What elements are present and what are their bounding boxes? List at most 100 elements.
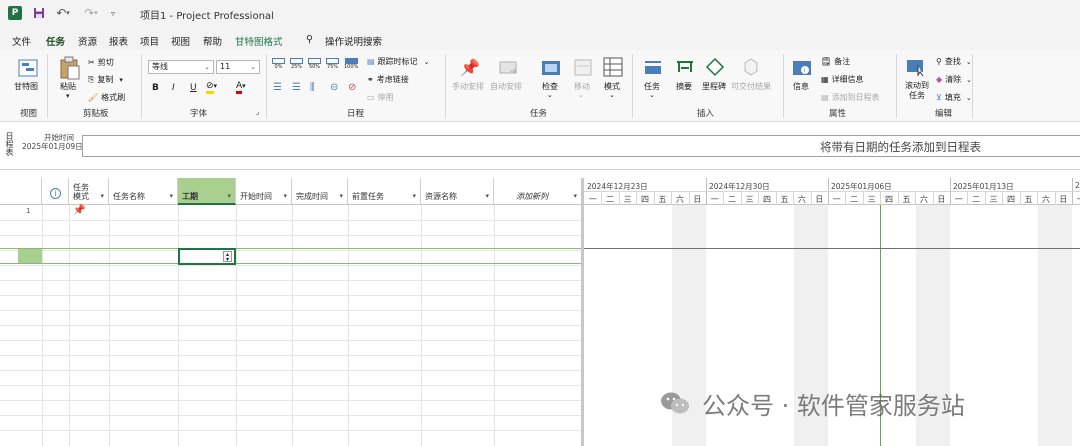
chevron-down-icon[interactable]: ▾ — [573, 192, 577, 200]
pct-50-button[interactable]: 50% — [308, 58, 321, 70]
cut-button[interactable]: ✂ 剪切 — [88, 57, 114, 68]
resource-names-header[interactable]: 资源名称 ▾ — [421, 178, 494, 205]
timescale-day: 六 — [1041, 195, 1050, 204]
title-bar: P ↶ ▾ ↷ ▾ ▿ 项目1 - Project Professional — [0, 0, 1080, 26]
notes-button[interactable]: 🗒 备注 — [821, 56, 850, 67]
add-to-timeline-button[interactable]: ▤ 添加到日程表 — [821, 92, 880, 103]
mark-on-track-icon[interactable]: ☰ — [273, 82, 282, 93]
respect-links-icon[interactable]: ☰ — [292, 82, 301, 93]
indicators-header[interactable]: i — [42, 178, 69, 205]
insert-deliverable-button[interactable]: 可交付结果 — [731, 81, 771, 92]
row-number[interactable]: 1 — [0, 207, 42, 215]
save-icon[interactable] — [32, 5, 46, 21]
font-family-select[interactable]: 等线 ⌄ — [148, 60, 214, 74]
tab-gantt-format[interactable]: 甘特图格式 — [235, 34, 283, 48]
weekend-shading — [1038, 205, 1072, 446]
mark-on-track-button[interactable]: ▤ 跟踪时标记 ⌄ — [367, 56, 429, 67]
select-all-corner[interactable] — [0, 178, 42, 205]
group-separator — [445, 54, 446, 118]
chevron-down-icon[interactable]: ⌄ — [609, 91, 615, 99]
active-duration-cell[interactable]: ▴ ▾ — [178, 248, 236, 265]
respect-links-button[interactable]: ⚭ 考虑链接 — [367, 74, 409, 85]
copy-dropdown-icon[interactable]: ▾ — [119, 76, 123, 84]
chevron-down-icon[interactable]: ▾ — [169, 192, 173, 200]
timescale-day: 一 — [832, 195, 841, 204]
timescale-day: 日 — [815, 195, 824, 204]
gantt-chart-icon[interactable] — [18, 58, 38, 78]
customize-qat-icon[interactable]: ▿ — [108, 5, 118, 21]
chevron-down-icon[interactable]: ▾ — [485, 192, 489, 200]
row-divider — [0, 295, 582, 296]
chevron-down-icon[interactable]: ▾ — [412, 192, 416, 200]
task-name-header[interactable]: 任务名称 ▾ — [109, 178, 178, 205]
gantt-view-button[interactable]: 甘特图 — [14, 81, 38, 92]
start-header[interactable]: 开始时间 ▾ — [236, 178, 292, 205]
duration-header[interactable]: 工期 ▾ — [178, 178, 236, 205]
split-task-icon[interactable]: ⫼ — [310, 82, 315, 93]
tab-project[interactable]: 项目 — [140, 34, 159, 48]
predecessors-header[interactable]: 前置任务 ▾ — [348, 178, 421, 205]
details-button[interactable]: ▦ 详细信息 — [821, 74, 864, 85]
font-dialog-launcher-icon[interactable]: ⌟ — [256, 108, 259, 116]
search-icon[interactable]: ⚲ — [306, 34, 313, 45]
timeline-icon: ▤ — [821, 93, 829, 102]
pct-100-button[interactable]: 100% — [344, 58, 358, 70]
task-mode-header[interactable]: 任务模式 ▾ — [69, 178, 109, 205]
timescale-day: 六 — [919, 195, 928, 204]
tab-report[interactable]: 报表 — [109, 34, 128, 48]
add-new-column-header[interactable]: 添加新列 ▾ — [494, 178, 582, 205]
insert-task-icon — [645, 61, 661, 74]
tab-file[interactable]: 文件 — [12, 34, 31, 48]
tab-task[interactable]: 任务 — [46, 34, 66, 52]
spinner-updown-icon[interactable]: ▴ ▾ — [223, 251, 232, 263]
information-button[interactable]: 信息 — [793, 81, 809, 92]
chevron-down-icon[interactable]: ▾ — [227, 192, 231, 200]
fill-button[interactable]: ⊻ 填充 ⌄ — [936, 92, 972, 103]
manually-schedule-button[interactable]: 手动安排 — [452, 81, 484, 92]
chevron-down-icon[interactable]: ⌄ — [649, 91, 655, 99]
auto-schedule-button[interactable]: 自动安排 — [490, 81, 522, 92]
unlink-tasks-icon[interactable]: ⊘ — [348, 82, 356, 93]
italic-button[interactable]: I — [172, 83, 175, 93]
chevron-down-icon[interactable]: ▾ — [283, 192, 287, 200]
bold-button[interactable]: B — [152, 83, 159, 93]
tell-me-search[interactable]: 操作说明搜索 — [325, 34, 382, 48]
selected-row-header[interactable] — [18, 248, 42, 264]
insert-summary-button[interactable]: 摘要 — [676, 81, 692, 92]
paste-dropdown-icon[interactable]: ▾ — [66, 92, 70, 100]
tab-resource[interactable]: 资源 — [78, 34, 97, 48]
chevron-down-icon[interactable]: ▾ — [339, 192, 343, 200]
day-separator — [618, 192, 620, 205]
format-painter-button[interactable]: 🖌 格式刷 — [88, 92, 125, 103]
paste-icon[interactable] — [59, 56, 81, 80]
undo-icon[interactable]: ↶ ▾ — [52, 5, 74, 21]
chevron-down-icon[interactable]: ⌄ — [578, 91, 584, 99]
copy-button[interactable]: ⎘ 复制 ▾ — [88, 74, 123, 85]
insert-milestone-button[interactable]: 里程碑 — [702, 81, 726, 92]
font-color-button[interactable]: A▾ — [236, 81, 246, 94]
chevron-down-icon[interactable]: ▾ — [100, 192, 104, 200]
day-separator — [740, 192, 742, 205]
inactivate-button[interactable]: ▭ 停用 — [367, 92, 394, 103]
tab-help[interactable]: 帮助 — [203, 34, 222, 48]
pct-75-button[interactable]: 75% — [326, 58, 339, 70]
redo-icon[interactable]: ↷ ▾ — [80, 5, 102, 21]
link-tasks-icon[interactable]: ⊝ — [330, 82, 338, 93]
clear-button[interactable]: ◆ 清除 ⌄ — [936, 74, 972, 85]
tab-view[interactable]: 视图 — [171, 34, 190, 48]
chevron-down-icon[interactable]: ⌄ — [547, 91, 553, 99]
clipboard-group-label: 剪贴板 — [83, 109, 109, 119]
schedule-group-label: 日程 — [347, 109, 365, 119]
highlight-color-button[interactable]: ⊘▾ — [206, 81, 217, 94]
underline-button[interactable]: U — [190, 83, 197, 93]
timescale-day: 二 — [850, 195, 859, 204]
timeline-pane[interactable]: 日程表 开始时间 2025年01月09日 将带有日期的任务添加到日程表 — [0, 122, 1080, 170]
font-size-select[interactable]: 11 ⌄ — [216, 60, 260, 74]
day-separator — [984, 192, 986, 205]
pct-25-button[interactable]: 25% — [290, 58, 303, 70]
pct-0-button[interactable]: 0% — [272, 58, 285, 70]
document-title: 项目1 - Project Professional — [140, 11, 274, 22]
find-button[interactable]: ⚲ 查找 ⌄ — [936, 56, 972, 67]
finish-header[interactable]: 完成时间 ▾ — [292, 178, 348, 205]
paste-button[interactable]: 粘贴 — [60, 81, 76, 92]
